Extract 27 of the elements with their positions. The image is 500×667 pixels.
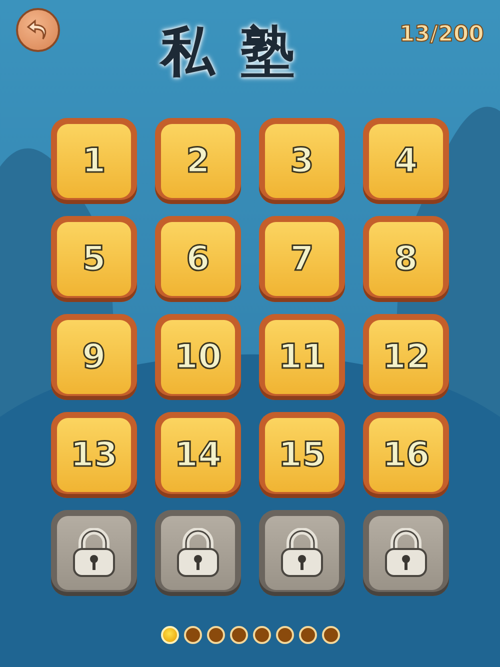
- locked-level-button[interactable]: [51, 510, 137, 596]
- level-button[interactable]: 2: [155, 118, 241, 204]
- padlock-icon: [279, 528, 325, 578]
- level-button[interactable]: 9: [51, 314, 137, 400]
- level-button[interactable]: 6: [155, 216, 241, 302]
- progress-counter: 13/200: [399, 24, 484, 46]
- level-button[interactable]: 14: [155, 412, 241, 498]
- locked-level-button[interactable]: [259, 510, 345, 596]
- level-button[interactable]: 15: [259, 412, 345, 498]
- padlock-icon: [383, 528, 429, 578]
- back-button[interactable]: [16, 8, 60, 52]
- padlock-icon: [175, 528, 221, 578]
- locked-level-button[interactable]: [155, 510, 241, 596]
- level-button[interactable]: 5: [51, 216, 137, 302]
- level-button[interactable]: 4: [363, 118, 449, 204]
- level-button[interactable]: 13: [51, 412, 137, 498]
- level-button[interactable]: 8: [363, 216, 449, 302]
- level-button[interactable]: 12: [363, 314, 449, 400]
- level-button[interactable]: 10: [155, 314, 241, 400]
- level-button[interactable]: 16: [363, 412, 449, 498]
- locked-level-button[interactable]: [363, 510, 449, 596]
- level-button[interactable]: 11: [259, 314, 345, 400]
- title: 私 塾: [160, 24, 300, 78]
- level-button[interactable]: 7: [259, 216, 345, 302]
- level-button[interactable]: 1: [51, 118, 137, 204]
- padlock-icon: [71, 528, 117, 578]
- level-button[interactable]: 3: [259, 118, 345, 204]
